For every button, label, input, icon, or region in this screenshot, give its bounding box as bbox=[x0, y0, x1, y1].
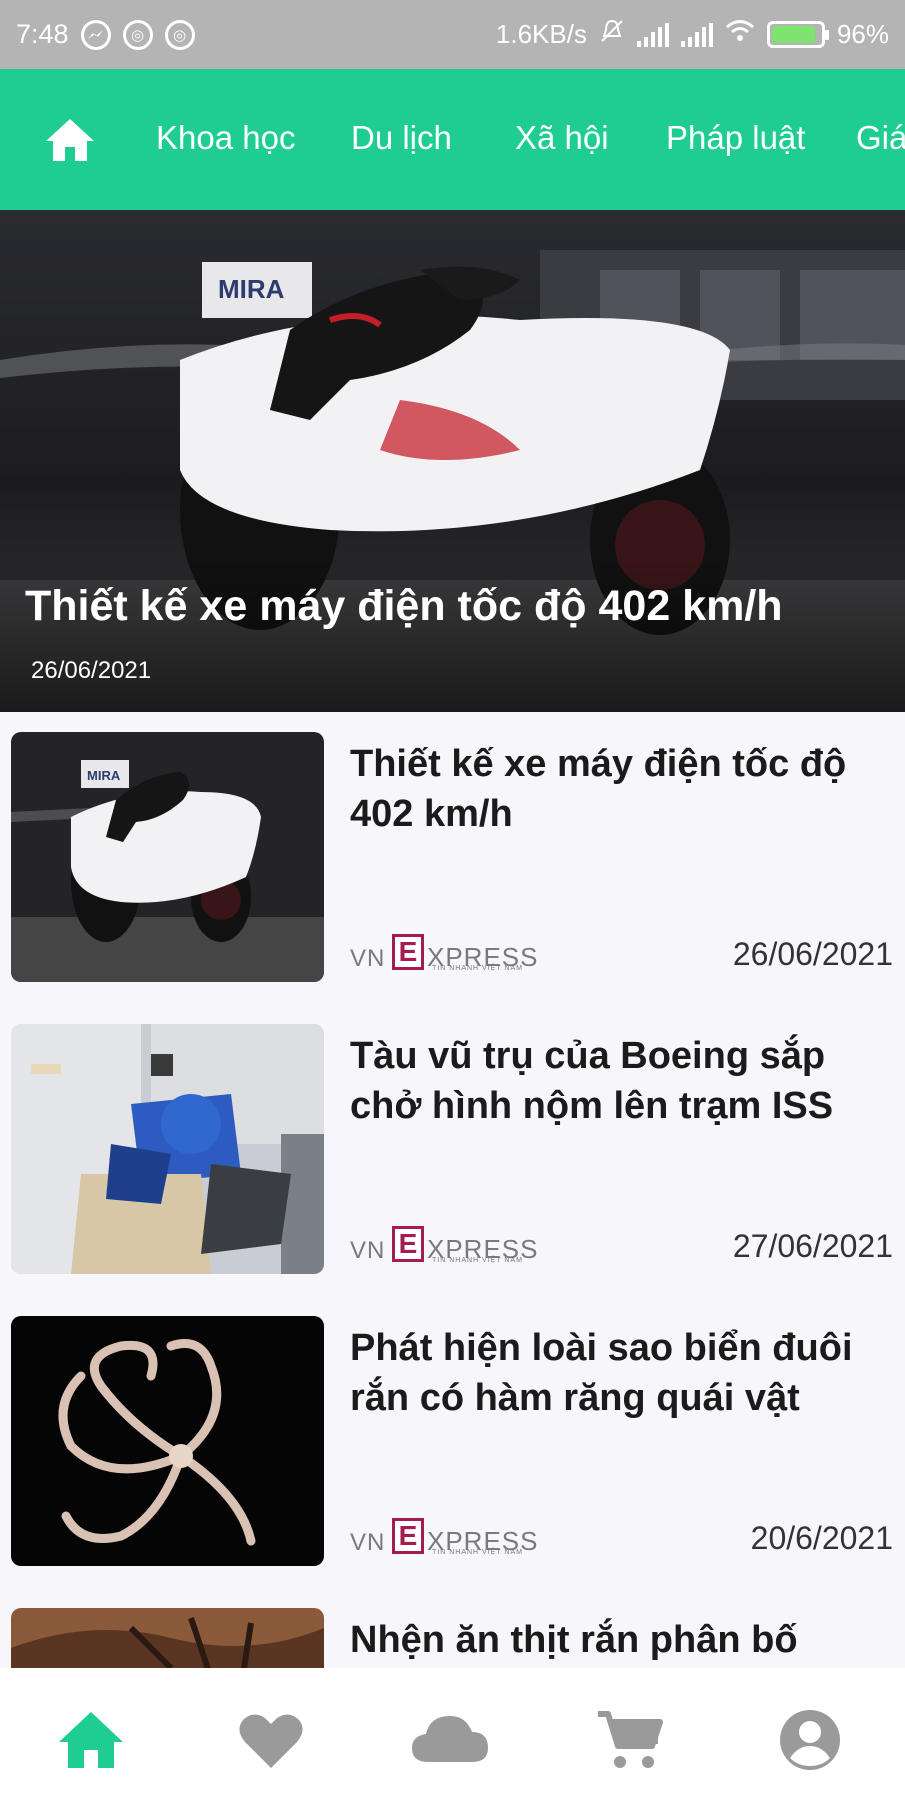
notification-icon: ◎ bbox=[164, 19, 195, 50]
signal-icon bbox=[680, 22, 713, 47]
news-item[interactable]: Tàu vũ trụ của Boeing sắp chở hình nộm l… bbox=[0, 1004, 905, 1296]
status-bar: 7:48 ◎ ◎ 1.6KB/s 96% bbox=[0, 0, 905, 69]
status-right: 1.6KB/s 96% bbox=[496, 18, 889, 51]
featured-title[interactable]: Thiết kế xe máy điện tốc độ 402 km/h bbox=[25, 582, 783, 631]
news-thumbnail[interactable] bbox=[11, 1316, 324, 1566]
news-item[interactable]: MIRA Thiết kế xe máy điện tốc độ 402 km/… bbox=[0, 712, 905, 1004]
vnexpress-logo: VN E XPRESS TIN NHANH VIỆT NAM bbox=[350, 934, 539, 972]
notification-icon: ◎ bbox=[122, 19, 153, 50]
cart-icon[interactable] bbox=[594, 1708, 666, 1772]
tab-gia[interactable]: Giá bbox=[856, 119, 905, 157]
signal-icon bbox=[636, 22, 669, 47]
news-title[interactable]: Phát hiện loài sao biển đuôi rắn có hàm … bbox=[350, 1323, 895, 1423]
featured-image-sign: MIRA bbox=[218, 274, 285, 304]
category-nav: Khoa học Du lịch Xã hội Pháp luật Giá bbox=[0, 69, 905, 210]
account-icon[interactable] bbox=[778, 1708, 850, 1772]
news-thumbnail[interactable] bbox=[11, 1608, 324, 1668]
status-left: 7:48 ◎ ◎ bbox=[16, 19, 195, 50]
home-icon[interactable] bbox=[55, 1708, 127, 1772]
news-list: MIRA Thiết kế xe máy điện tốc độ 402 km/… bbox=[0, 712, 905, 1668]
tab-phap-luat[interactable]: Pháp luật bbox=[666, 119, 805, 157]
bottom-nav bbox=[0, 1668, 905, 1810]
news-item[interactable]: Nhện ăn thịt rắn phân bố bbox=[0, 1588, 905, 1668]
tab-khoa-hoc[interactable]: Khoa học bbox=[156, 119, 295, 157]
featured-article[interactable]: MIRA Thiết kế xe máy điện tốc độ 402 km/… bbox=[0, 210, 905, 712]
home-icon[interactable] bbox=[44, 117, 96, 163]
vnexpress-logo: VN E XPRESS TIN NHANH VIỆT NAM bbox=[350, 1226, 539, 1264]
network-speed: 1.6KB/s bbox=[495, 19, 587, 49]
mute-icon bbox=[599, 18, 625, 51]
heart-icon[interactable] bbox=[235, 1708, 307, 1772]
tab-du-lich[interactable]: Du lịch bbox=[351, 119, 452, 157]
news-date: 27/06/2021 bbox=[732, 1228, 893, 1264]
news-title[interactable]: Tàu vũ trụ của Boeing sắp chở hình nộm l… bbox=[350, 1031, 895, 1131]
featured-image: MIRA bbox=[0, 210, 905, 712]
news-thumbnail[interactable]: MIRA bbox=[11, 732, 324, 982]
wifi-icon bbox=[725, 19, 755, 50]
cloud-icon[interactable] bbox=[410, 1708, 488, 1772]
tab-xa-hoi[interactable]: Xã hội bbox=[515, 119, 609, 157]
featured-date: 26/06/2021 bbox=[31, 657, 152, 684]
news-title[interactable]: Thiết kế xe máy điện tốc độ 402 km/h bbox=[350, 739, 895, 839]
news-thumbnail[interactable] bbox=[11, 1024, 324, 1274]
messenger-icon bbox=[80, 19, 111, 50]
news-image-sign: MIRA bbox=[87, 768, 121, 783]
vnexpress-logo: VN E XPRESS TIN NHANH VIỆT NAM bbox=[350, 1518, 539, 1556]
news-date: 26/06/2021 bbox=[732, 936, 893, 972]
status-time: 7:48 bbox=[16, 19, 69, 49]
battery-icon bbox=[766, 21, 829, 48]
news-title[interactable]: Nhện ăn thịt rắn phân bố bbox=[350, 1615, 895, 1665]
news-item[interactable]: Phát hiện loài sao biển đuôi rắn có hàm … bbox=[0, 1296, 905, 1588]
battery-level: 96% bbox=[836, 19, 889, 49]
news-date: 20/6/2021 bbox=[750, 1520, 893, 1556]
